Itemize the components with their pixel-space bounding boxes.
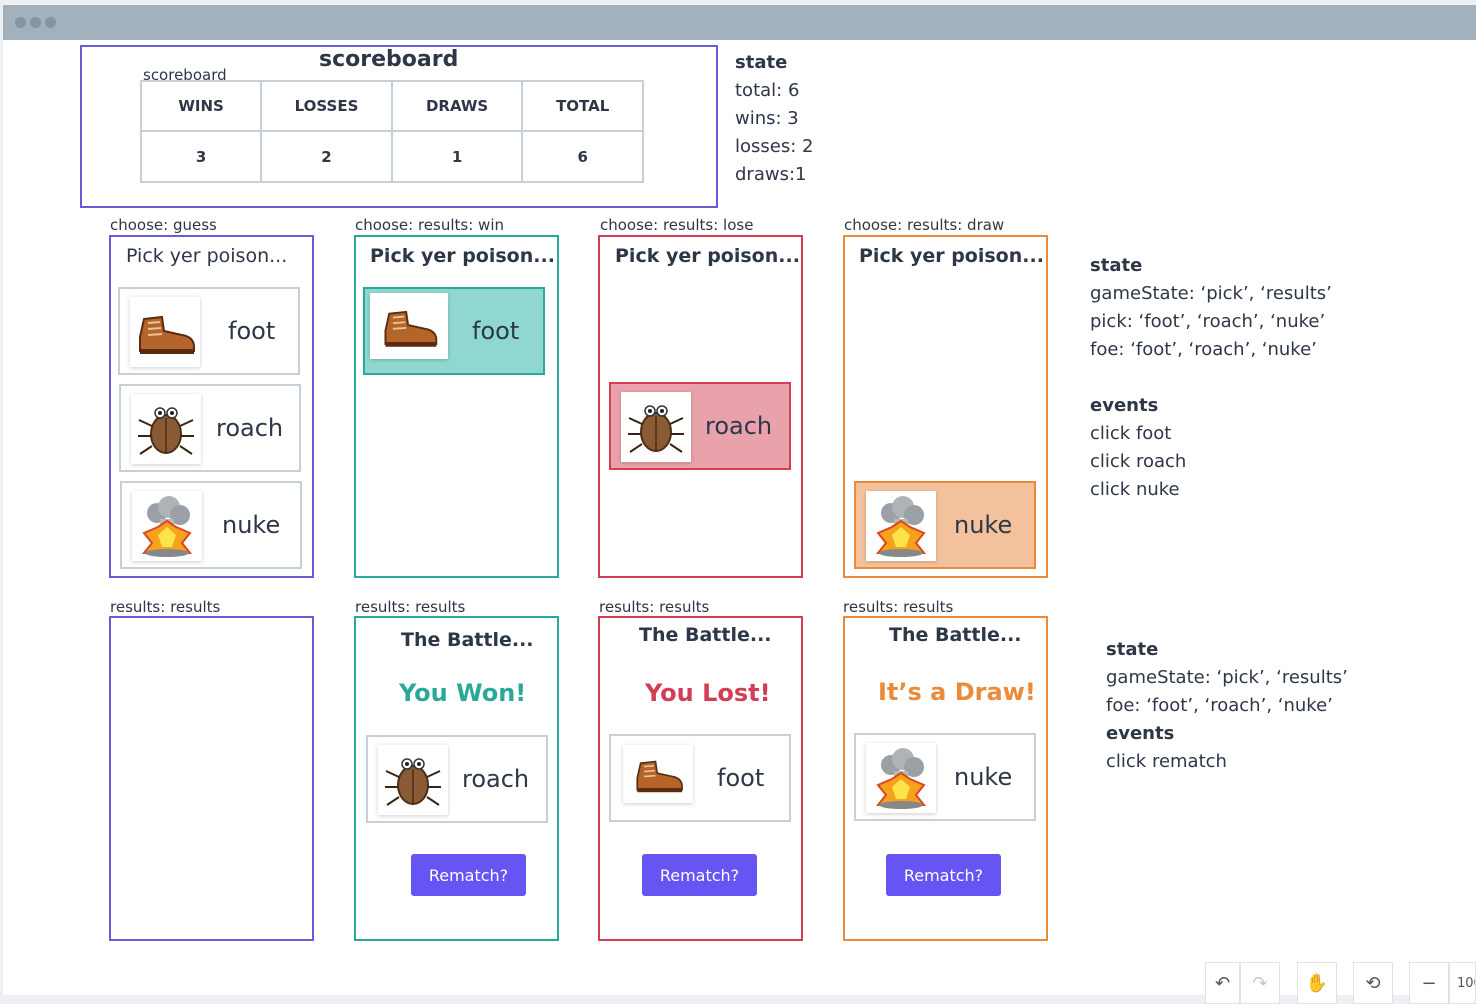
total-value: 6 bbox=[521, 130, 644, 183]
rematch-button[interactable]: Rematch? bbox=[411, 854, 526, 896]
option-nuke-card-selected[interactable]: nuke bbox=[854, 481, 1036, 569]
window-titlebar bbox=[3, 5, 1476, 40]
option-label: roach bbox=[705, 412, 773, 440]
history-button[interactable]: ⟲ bbox=[1353, 962, 1393, 1004]
foe-nuke-card: nuke bbox=[854, 733, 1036, 821]
score-state-title: state bbox=[735, 52, 788, 73]
pick-title: Pick yer poison... bbox=[370, 245, 555, 267]
zoom-level[interactable]: 100 bbox=[1449, 962, 1476, 1004]
window-dot-icon[interactable] bbox=[15, 17, 26, 28]
results-notes: state gameState: ‘pick’, ‘results’ foe: … bbox=[1106, 636, 1348, 776]
choose-state-line: foe: ‘foot’, ‘roach’, ‘nuke’ bbox=[1090, 339, 1317, 360]
results-state-line: gameState: ‘pick’, ‘results’ bbox=[1106, 667, 1348, 688]
window-dot-icon[interactable] bbox=[45, 17, 56, 28]
battle-title: The Battle... bbox=[889, 624, 1022, 646]
losses-value: 2 bbox=[260, 130, 393, 183]
option-label: foot bbox=[228, 317, 276, 345]
option-foot-card-selected[interactable]: foot bbox=[363, 287, 545, 375]
choose-event-line: click roach bbox=[1090, 451, 1187, 472]
hand-tool-button[interactable]: ✋ bbox=[1297, 962, 1337, 1004]
boot-icon bbox=[130, 297, 200, 367]
roach-icon bbox=[621, 392, 691, 462]
choose-notes: state gameState: ‘pick’, ‘results’ pick:… bbox=[1090, 252, 1332, 504]
roach-icon bbox=[378, 745, 448, 815]
boot-icon bbox=[370, 293, 448, 359]
wins-value: 3 bbox=[139, 130, 263, 183]
results-state-line: foe: ‘foot’, ‘roach’, ‘nuke’ bbox=[1106, 695, 1333, 716]
pick-title: Pick yer poison... bbox=[859, 245, 1044, 267]
choose-guess-label: choose: guess bbox=[110, 216, 217, 234]
scoreboard-value-row: 3 2 1 6 bbox=[139, 130, 644, 183]
choose-win-label: choose: results: win bbox=[355, 216, 504, 234]
pick-title: Pick yer poison... bbox=[126, 245, 288, 267]
choose-events-title: events bbox=[1090, 395, 1159, 416]
rematch-button[interactable]: Rematch? bbox=[886, 854, 1001, 896]
choose-state-line: pick: ‘foot’, ‘roach’, ‘nuke’ bbox=[1090, 311, 1326, 332]
choose-event-line: click foot bbox=[1090, 423, 1172, 444]
undo-icon: ↶ bbox=[1214, 972, 1231, 994]
results-label: results: results bbox=[355, 598, 466, 616]
results-label: results: results bbox=[110, 598, 221, 616]
results-events-title: events bbox=[1106, 723, 1175, 744]
redo-button[interactable]: ↷ bbox=[1240, 962, 1280, 1004]
option-label: roach bbox=[216, 414, 284, 442]
choose-event-line: click nuke bbox=[1090, 479, 1180, 500]
redo-icon: ↷ bbox=[1252, 972, 1268, 994]
rematch-button[interactable]: Rematch? bbox=[642, 854, 757, 896]
zoom-out-button[interactable]: − bbox=[1409, 962, 1449, 1004]
results-empty-frame bbox=[109, 616, 314, 941]
score-state-notes: state total: 6 wins: 3 losses: 2 draws:1 bbox=[735, 49, 813, 189]
losses-header: LOSSES bbox=[260, 80, 393, 132]
minus-icon: − bbox=[1421, 972, 1437, 994]
results-state-title: state bbox=[1106, 639, 1159, 660]
option-roach-card[interactable]: roach bbox=[119, 384, 301, 472]
boot-icon bbox=[623, 745, 693, 803]
score-state-line: total: 6 bbox=[735, 80, 800, 101]
option-label: nuke bbox=[954, 511, 1013, 539]
score-state-line: losses: 2 bbox=[735, 136, 814, 157]
foe-label: nuke bbox=[954, 763, 1013, 791]
pick-title: Pick yer poison... bbox=[615, 245, 800, 267]
scoreboard-header-row: WINS LOSSES DRAWS TOTAL bbox=[139, 80, 644, 132]
explosion-icon bbox=[866, 491, 936, 561]
option-label: nuke bbox=[222, 511, 281, 539]
option-foot-card[interactable]: foot bbox=[118, 287, 300, 375]
draws-header: DRAWS bbox=[390, 80, 524, 132]
battle-title: The Battle... bbox=[401, 629, 534, 651]
foe-label: foot bbox=[717, 764, 765, 792]
choose-draw-label: choose: results: draw bbox=[844, 216, 1005, 234]
option-nuke-card[interactable]: nuke bbox=[120, 481, 302, 569]
option-roach-card-selected[interactable]: roach bbox=[609, 382, 791, 470]
score-state-line: draws:1 bbox=[735, 164, 807, 185]
option-label: foot bbox=[472, 317, 520, 345]
score-state-line: wins: 3 bbox=[735, 108, 799, 129]
scoreboard-table: WINS LOSSES DRAWS TOTAL 3 2 1 6 bbox=[139, 80, 644, 183]
verdict-draw: It’s a Draw! bbox=[878, 678, 1036, 706]
results-label: results: results bbox=[843, 598, 954, 616]
hand-icon: ✋ bbox=[1305, 972, 1329, 994]
history-icon: ⟲ bbox=[1365, 972, 1381, 994]
scoreboard-heading: scoreboard bbox=[319, 47, 459, 72]
foe-label: roach bbox=[462, 765, 530, 793]
explosion-icon bbox=[866, 743, 936, 813]
choose-lose-label: choose: results: lose bbox=[600, 216, 754, 234]
roach-icon bbox=[131, 394, 201, 464]
total-header: TOTAL bbox=[521, 80, 644, 132]
choose-state-line: gameState: ‘pick’, ‘results’ bbox=[1090, 283, 1332, 304]
undo-button[interactable]: ↶ bbox=[1205, 962, 1240, 1004]
notes-spacer bbox=[1090, 364, 1332, 392]
results-event-line: click rematch bbox=[1106, 751, 1227, 772]
wins-header: WINS bbox=[139, 80, 263, 132]
foe-roach-card: roach bbox=[366, 735, 548, 823]
draws-value: 1 bbox=[390, 130, 524, 183]
choose-state-title: state bbox=[1090, 255, 1143, 276]
explosion-icon bbox=[132, 491, 202, 561]
results-label: results: results bbox=[599, 598, 710, 616]
verdict-lost: You Lost! bbox=[645, 679, 771, 707]
verdict-won: You Won! bbox=[399, 679, 527, 707]
battle-title: The Battle... bbox=[639, 624, 772, 646]
foe-foot-card: foot bbox=[609, 734, 791, 822]
window-dot-icon[interactable] bbox=[30, 17, 41, 28]
